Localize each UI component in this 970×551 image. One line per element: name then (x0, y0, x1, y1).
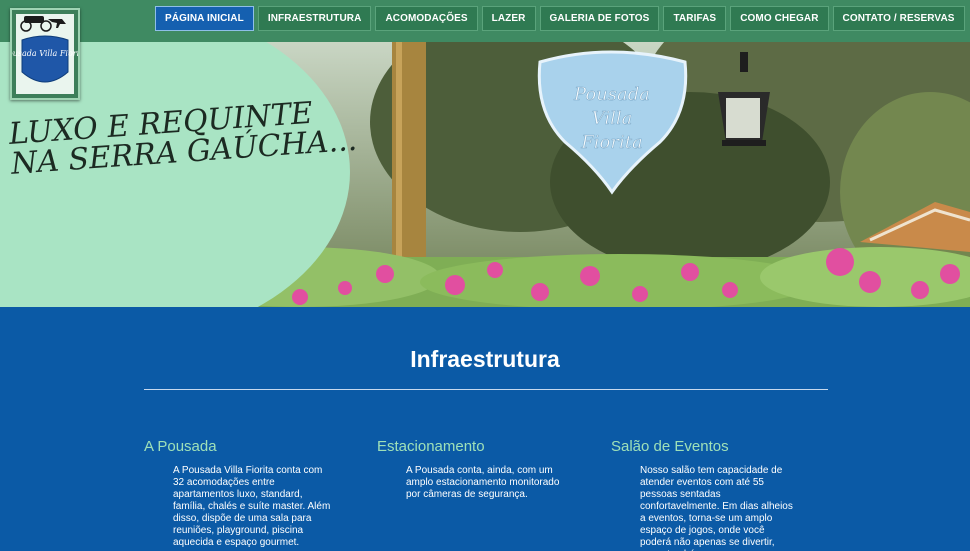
svg-text:Pousada: Pousada (573, 84, 650, 105)
nav-lazer[interactable]: LAZER (481, 6, 536, 31)
nav-pagina-inicial[interactable]: PÁGINA INICIAL (155, 6, 254, 31)
top-navigation-bar: PÁGINA INICIAL INFRAESTRUTURA ACOMODAÇÕE… (0, 0, 970, 42)
shield-icon (21, 35, 69, 83)
section-title: Infraestrutura (410, 346, 560, 372)
hero-banner: Pousada Villa Fiorita LUXO E REQUINTE NA… (0, 42, 970, 307)
nav-como-chegar[interactable]: COMO CHEGAR (730, 6, 829, 31)
column-heading: A Pousada (144, 438, 217, 455)
column-text: A Pousada Villa Fiorita conta com 32 aco… (173, 465, 331, 548)
nav-galeria-de-fotos[interactable]: GALERIA DE FOTOS (539, 6, 660, 31)
column-text: Nosso salão tem capacidade de atender ev… (640, 465, 793, 551)
section-divider (144, 389, 828, 390)
logo-emblem: Pousada Villa Fiorita (2, 10, 87, 98)
svg-text:Fiorita: Fiorita (580, 132, 642, 153)
site-logo[interactable]: Pousada Villa Fiorita (2, 8, 87, 100)
column-heading: Estacionamento (377, 438, 485, 455)
column-heading: Salão de Eventos (611, 438, 729, 455)
nav-tarifas[interactable]: TARIFAS (663, 6, 727, 31)
column-estacionamento: Estacionamento A Pousada conta, ainda, c… (377, 438, 577, 501)
logo-text: Pousada Villa Fiorita (12, 49, 78, 58)
svg-text:Villa: Villa (592, 108, 633, 129)
column-text: A Pousada conta, ainda, com um amplo est… (406, 465, 560, 500)
main-nav: PÁGINA INICIAL INFRAESTRUTURA ACOMODAÇÕE… (155, 6, 965, 31)
nav-infraestrutura[interactable]: INFRAESTRUTURA (257, 6, 372, 31)
column-a-pousada: A Pousada A Pousada Villa Fiorita conta … (144, 438, 344, 549)
nav-acomodacoes[interactable]: ACOMODAÇÕES (375, 6, 478, 31)
column-salao-de-eventos: Salão de Eventos Nosso salão tem capacid… (611, 438, 811, 551)
nav-contato-reservas[interactable]: CONTATO / RESERVAS (832, 6, 965, 31)
